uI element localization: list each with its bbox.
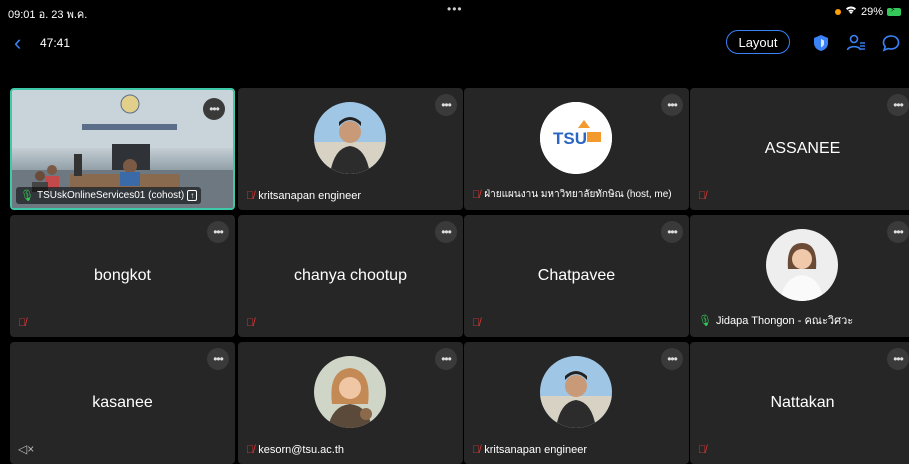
mic-muted-icon: 🎙̸ <box>698 190 707 202</box>
meeting-topbar: ‹ 47:41 Layout <box>0 26 909 60</box>
mic-muted-icon: 🎙̸ <box>472 444 481 456</box>
mic-muted-icon: 🎙̸ <box>18 317 27 329</box>
video-tile[interactable]: ••• Nattakan 🎙̸ <box>690 342 909 464</box>
video-tile[interactable]: ••• 🎙̸ kritsanapan engineer <box>464 342 689 464</box>
speaker-muted-icon: ◁× <box>18 442 35 456</box>
participant-label: 🎙̸ <box>472 317 480 329</box>
shield-icon[interactable] <box>810 32 832 54</box>
participant-label: 🎙̸ <box>698 444 706 456</box>
status-time-date: 09:01 อ. 23 พ.ค. <box>8 9 88 21</box>
video-tile[interactable]: ••• 🎙̸ kesorn@tsu.ac.th <box>238 342 463 464</box>
more-options-button[interactable]: ••• <box>887 94 909 116</box>
mic-muted-icon: 🎙̸ <box>246 317 255 329</box>
more-options-button[interactable]: ••• <box>435 94 457 116</box>
participant-label: ◁× <box>18 442 34 456</box>
more-options-button[interactable]: ••• <box>887 348 909 370</box>
participant-label: 🎙̸ <box>246 317 254 329</box>
participant-name: Jidapa Thongon - คณะวิศวะ <box>715 315 854 327</box>
layout-button[interactable]: Layout <box>726 30 790 54</box>
mic-on-icon: 🎙 <box>20 190 34 202</box>
battery-percent: 29% <box>860 5 883 18</box>
mic-muted-icon: 🎙̸ <box>472 188 481 201</box>
participant-name: TSUskOnlineServices01 (cohost) <box>36 190 185 201</box>
participant-name: kritsanapan engineer <box>258 190 361 202</box>
video-tile[interactable]: ••• chanya chootup 🎙̸ <box>238 215 463 337</box>
svg-text:TSU: TSU <box>553 129 587 148</box>
participant-name: ฝ่ายแผนงาน มหาวิทยาลัยทักษิณ (host, me) <box>484 189 672 200</box>
participant-name: ASSANEE <box>764 140 841 157</box>
participant-name: Nattakan <box>770 394 835 411</box>
participant-name: kasanee <box>92 394 153 411</box>
mic-muted-icon: 🎙̸ <box>246 444 255 456</box>
participant-label: 🎙 TSUskOnlineServices01 (cohost) ↑ <box>16 187 202 204</box>
more-options-button[interactable]: ••• <box>887 221 909 243</box>
participant-label: 🎙̸ kesorn@tsu.ac.th <box>246 444 344 456</box>
avatar: TSU <box>540 102 612 174</box>
participant-name: kritsanapan engineer <box>484 444 587 456</box>
status-right: 29% <box>834 5 901 18</box>
more-options-button[interactable]: ••• <box>207 221 229 243</box>
mic-muted-icon: 🎙̸ <box>698 444 707 456</box>
meeting-timer: 47:41 <box>40 36 71 50</box>
avatar <box>540 356 612 428</box>
participant-label: 🎙̸ <box>18 317 26 329</box>
participant-label: 🎙̸ ฝ่ายแผนงาน มหาวิทยาลัยทักษิณ (host, m… <box>472 187 672 202</box>
avatar <box>314 356 386 428</box>
mic-muted-icon: 🎙̸ <box>472 317 481 329</box>
more-options-button[interactable]: ••• <box>435 348 457 370</box>
participant-name: chanya chootup <box>294 267 407 284</box>
video-tile[interactable]: ••• 🎙 TSUskOnlineServices01 (cohost) ↑ <box>10 88 235 210</box>
mic-muted-icon: 🎙̸ <box>246 190 255 202</box>
mic-on-icon: 🎙 <box>698 314 712 327</box>
more-options-button[interactable]: ••• <box>435 221 457 243</box>
participant-name: kesorn@tsu.ac.th <box>258 444 345 456</box>
more-options-button[interactable]: ••• <box>661 348 683 370</box>
more-options-button[interactable]: ••• <box>661 221 683 243</box>
battery-icon <box>887 5 901 16</box>
participant-name: Chatpavee <box>537 267 616 284</box>
video-tile[interactable]: ••• ASSANEE 🎙̸ <box>690 88 909 210</box>
participant-label: 🎙 Jidapa Thongon - คณะวิศวะ <box>698 311 853 329</box>
video-tile[interactable]: ••• 🎙 Jidapa Thongon - คณะวิศวะ <box>690 215 909 337</box>
wifi-icon <box>845 5 857 18</box>
avatar <box>314 102 386 174</box>
video-tile[interactable]: ••• 🎙̸ kritsanapan engineer <box>238 88 463 210</box>
more-options-button[interactable]: ••• <box>661 94 683 116</box>
participant-name: bongkot <box>94 267 151 284</box>
video-tile[interactable]: ••• Chatpavee 🎙̸ <box>464 215 689 337</box>
participant-label: 🎙̸ <box>698 190 706 202</box>
status-dots: ••• <box>447 2 463 16</box>
video-tile[interactable]: ••• kasanee ◁× <box>10 342 235 464</box>
participant-label: 🎙̸ kritsanapan engineer <box>246 190 361 202</box>
status-bar: 09:01 อ. 23 พ.ค. ••• 29% <box>0 0 909 22</box>
share-screen-icon: ↑ <box>187 190 198 201</box>
back-chevron-icon[interactable]: ‹ <box>14 32 21 54</box>
more-options-button[interactable]: ••• <box>203 98 225 120</box>
participant-label: 🎙̸ kritsanapan engineer <box>472 444 587 456</box>
avatar <box>766 229 838 301</box>
recording-dot-icon <box>834 8 841 15</box>
video-tile[interactable]: ••• bongkot 🎙̸ <box>10 215 235 337</box>
video-tile[interactable]: ••• TSU 🎙̸ ฝ่ายแผนงาน มหาวิทยาลัยทักษิณ … <box>464 88 689 210</box>
more-options-button[interactable]: ••• <box>207 348 229 370</box>
chat-icon[interactable] <box>880 32 902 54</box>
participants-icon[interactable] <box>845 32 867 54</box>
